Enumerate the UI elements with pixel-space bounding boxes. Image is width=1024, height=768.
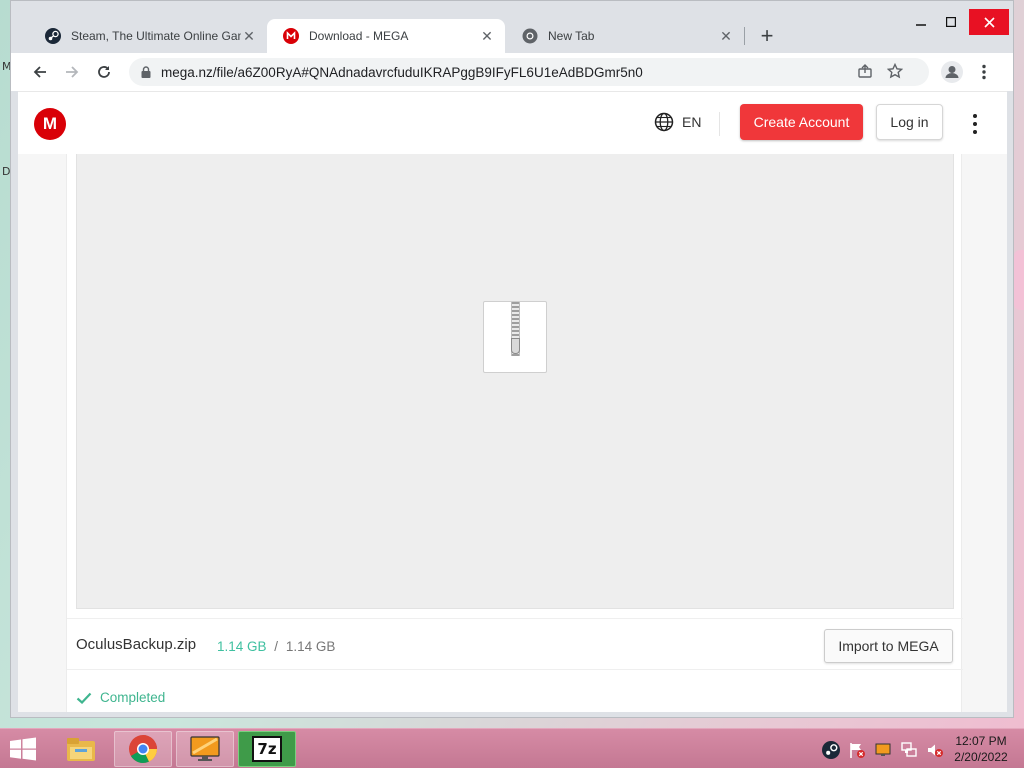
web-page: M EN Create Account Log in OculusBackup. (18, 91, 1007, 712)
system-tray (822, 741, 944, 759)
close-icon[interactable]: ✕ (718, 28, 734, 44)
action-center-flag-icon[interactable] (848, 741, 866, 759)
tab-title: Steam, The Ultimate Online Game Platform (71, 29, 241, 43)
taskbar-file-explorer[interactable] (52, 731, 110, 767)
mega-favicon-icon (283, 28, 299, 44)
chrome-icon (522, 28, 538, 44)
mega-header: M EN Create Account Log in (18, 92, 1007, 154)
sevenzip-icon: 7z (252, 736, 282, 762)
taskbar-chrome[interactable] (114, 731, 172, 767)
maximize-icon (946, 17, 956, 27)
tab-title: New Tab (548, 29, 595, 43)
file-info-bar: OculusBackup.zip 1.14 GB / 1.14 GB Impor… (67, 618, 963, 670)
file-name: OculusBackup.zip (76, 636, 197, 653)
download-status: Completed (76, 690, 165, 705)
reload-button[interactable] (91, 59, 117, 85)
zip-file-icon (483, 301, 547, 373)
arrow-right-icon (66, 66, 79, 78)
file-card: OculusBackup.zip 1.14 GB / 1.14 GB Impor… (66, 154, 963, 712)
monitor-icon (190, 736, 220, 761)
lock-icon (141, 66, 151, 78)
more-vertical-icon (982, 64, 986, 80)
oculus-tray-icon[interactable] (874, 741, 892, 759)
reload-icon (98, 66, 110, 78)
language-selector[interactable]: EN (654, 112, 701, 132)
close-icon (983, 16, 995, 28)
close-window-button[interactable] (969, 9, 1009, 35)
clock-date: 2/20/2022 (954, 750, 1008, 764)
folder-icon (67, 738, 95, 761)
steam-icon[interactable] (822, 741, 840, 759)
omnibox-actions (857, 63, 903, 79)
login-button[interactable]: Log in (876, 104, 943, 140)
more-vertical-icon[interactable] (970, 114, 980, 134)
avatar-icon (941, 61, 963, 83)
tab-new-tab[interactable]: New Tab ✕ (506, 19, 744, 53)
tab-mega[interactable]: Download - MEGA ✕ (267, 19, 505, 53)
chrome-icon (129, 735, 157, 763)
minimize-icon (916, 24, 926, 26)
close-icon[interactable]: ✕ (479, 28, 495, 44)
globe-icon (654, 112, 674, 132)
create-account-button[interactable]: Create Account (740, 104, 863, 140)
status-label: Completed (100, 690, 166, 705)
profile-button[interactable] (939, 59, 965, 85)
windows-taskbar: 7z 12:07 PM 2/20/2022 (0, 728, 1024, 768)
download-content: OculusBackup.zip 1.14 GB / 1.14 GB Impor… (18, 154, 1007, 712)
taskbar-clock[interactable]: 12:07 PM 2/20/2022 (946, 733, 1016, 765)
taskbar-7zip[interactable]: 7z (238, 731, 296, 767)
tab-steam[interactable]: Steam, The Ultimate Online Game Platform… (29, 19, 267, 53)
new-tab-button[interactable]: + (755, 25, 779, 49)
file-preview-area (76, 154, 954, 609)
chrome-window: Steam, The Ultimate Online Game Platform… (10, 0, 1014, 718)
start-button[interactable] (8, 737, 38, 761)
desktop-background-shape (1014, 250, 1024, 310)
forward-button[interactable] (59, 59, 85, 85)
tab-title: Download - MEGA (309, 29, 409, 43)
total-size: 1.14 GB (285, 639, 336, 654)
header-divider (719, 112, 720, 136)
volume-muted-icon[interactable] (926, 741, 944, 759)
minimize-button[interactable] (906, 9, 936, 35)
share-icon[interactable] (857, 63, 873, 79)
browser-toolbar: mega.nz/file/a6Z00RyA#QNAdnadavrcfuduIKR… (11, 53, 1013, 91)
mega-logo[interactable]: M (34, 108, 66, 140)
arrow-left-icon (33, 66, 46, 78)
bookmark-star-icon[interactable] (887, 63, 903, 79)
taskbar-oculus-app[interactable] (176, 731, 234, 767)
address-bar[interactable]: mega.nz/file/a6Z00RyA#QNAdnadavrcfuduIKR… (129, 58, 929, 86)
steam-icon (45, 28, 61, 44)
back-button[interactable] (27, 59, 53, 85)
url-text: mega.nz/file/a6Z00RyA#QNAdnadavrcfuduIKR… (161, 64, 643, 80)
maximize-button[interactable] (936, 9, 966, 35)
chrome-menu-button[interactable] (971, 59, 997, 85)
close-icon[interactable]: ✕ (241, 28, 257, 44)
downloaded-size: 1.14 GB (217, 639, 267, 654)
checkmark-icon (76, 692, 92, 704)
network-icon[interactable] (900, 741, 918, 759)
windows-logo-icon (10, 737, 36, 761)
tab-separator (744, 27, 745, 45)
file-size: 1.14 GB / 1.14 GB (217, 639, 335, 654)
clock-time: 12:07 PM (955, 734, 1007, 748)
language-label: EN (682, 114, 702, 130)
size-separator: / (274, 639, 279, 654)
import-to-mega-button[interactable]: Import to MEGA (824, 629, 953, 663)
tab-strip: Steam, The Ultimate Online Game Platform… (11, 1, 1013, 53)
